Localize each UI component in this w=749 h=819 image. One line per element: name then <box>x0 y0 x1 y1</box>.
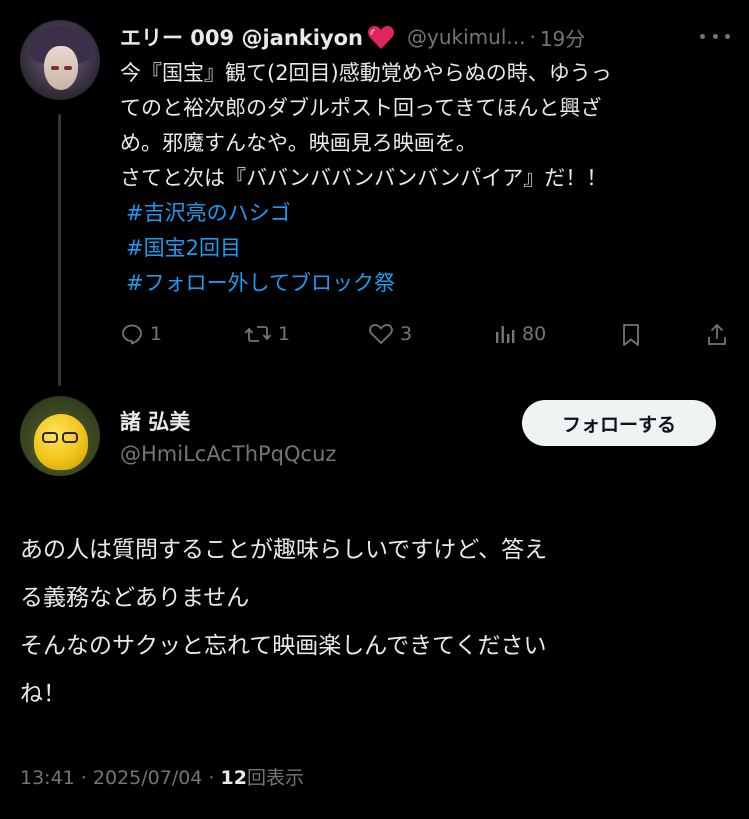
parent-action-bar: 1 1 3 80 <box>120 322 730 354</box>
tweet-text-line: め。邪魔すんなや。映画見ろ映画を。 <box>120 131 477 155</box>
bookmark-action[interactable] <box>620 322 642 348</box>
parent-time-ago[interactable]: 19分 <box>540 23 585 52</box>
parent-handle[interactable]: @yukimul... <box>407 25 525 49</box>
repost-icon <box>244 326 272 342</box>
heart-emoji-icon <box>367 24 395 50</box>
more-icon[interactable] <box>700 26 730 46</box>
avatar-face <box>44 46 78 90</box>
like-icon <box>369 324 393 344</box>
parent-display-name[interactable]: エリー 009 @jankiyon <box>120 22 363 52</box>
bookmark-icon <box>623 324 639 346</box>
like-action[interactable]: 3 <box>368 322 412 346</box>
views-action[interactable]: 80 <box>494 322 546 346</box>
avatar-eye-right <box>64 66 72 70</box>
avatar-eye-left <box>51 66 59 70</box>
header-separator: · <box>529 25 536 49</box>
hashtag-link[interactable]: #フォロー外してブロック祭 <box>120 266 732 301</box>
share-icon <box>708 323 726 345</box>
tweet-detail-view: エリー 009 @jankiyon @yukimul... · 19分 今『国宝… <box>0 0 749 819</box>
repost-action[interactable]: 1 <box>244 322 290 346</box>
reply-tweet-text: あの人は質問することが趣味らしいですけど、答え る義務などありません そんなのサ… <box>20 526 732 718</box>
follow-button[interactable]: フォローする <box>522 400 716 446</box>
parent-tweet-text: 今『国宝』観て(2回目)感動覚めやらぬの時、ゆうっ てのと裕次郎のダブルポスト回… <box>120 56 732 301</box>
repost-count: 1 <box>278 323 291 345</box>
parent-tweet-header: エリー 009 @jankiyon @yukimul... · 19分 <box>120 22 730 52</box>
parent-avatar[interactable] <box>20 20 100 100</box>
reply-view-count: 12 <box>220 767 247 789</box>
tweet-text-line: 今『国宝』観て(2回目)感動覚めやらぬの時、ゆうっ <box>120 61 612 85</box>
reply-action[interactable]: 1 <box>120 322 162 346</box>
reply-timestamp[interactable]: 13:41 · 2025/07/04 · <box>20 767 221 789</box>
reply-text-line: ね！ <box>20 681 66 707</box>
views-count: 80 <box>522 323 547 345</box>
reply-count: 1 <box>150 323 163 345</box>
reply-display-name[interactable]: 諸 弘美 <box>120 406 190 436</box>
avatar-bird <box>34 414 88 470</box>
reply-meta: 13:41 · 2025/07/04 · 12回表示 <box>20 763 304 790</box>
tweet-text-line: てのと裕次郎のダブルポスト回ってきてほんと興ざ <box>120 96 602 120</box>
reply-text-line: る義務などありません <box>20 585 250 611</box>
like-count: 3 <box>400 323 413 345</box>
share-action[interactable] <box>706 322 728 348</box>
avatar-glasses-right <box>62 432 78 443</box>
views-icon <box>496 326 515 343</box>
hashtag-link[interactable]: #吉沢亮のハシゴ <box>120 196 732 231</box>
reply-view-label: 回表示 <box>246 767 304 789</box>
reply-icon <box>122 324 142 345</box>
hashtag-link[interactable]: #国宝2回目 <box>120 231 732 266</box>
reply-text-line: あの人は質問することが趣味らしいですけど、答え <box>20 537 548 563</box>
avatar-glasses-left <box>42 432 58 443</box>
reply-handle[interactable]: @HmiLcAcThPqQcuz <box>120 442 336 466</box>
reply-avatar[interactable] <box>20 396 100 476</box>
thread-connector-line <box>58 114 61 386</box>
tweet-text-line: さてと次は『ババンババンバンバンパイア』だ！！ <box>120 166 608 190</box>
reply-text-line: そんなのサクッと忘れて映画楽しんできてください <box>20 633 547 659</box>
